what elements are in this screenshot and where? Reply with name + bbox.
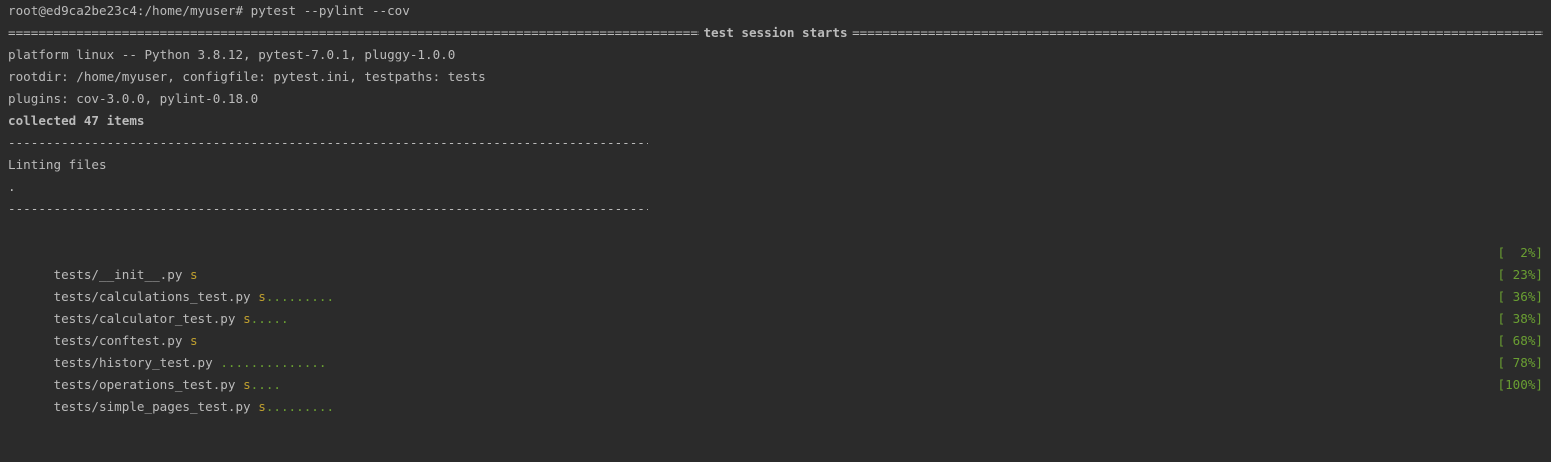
- linting-dots: .: [8, 179, 16, 194]
- progress-percent: [ 2%]: [1497, 245, 1544, 260]
- collected-count: collected 47 items: [8, 113, 145, 128]
- command-prompt: root@ed9ca2be23c4:/home/myuser# pytest -…: [8, 3, 410, 18]
- pass-marks: .........: [265, 399, 335, 414]
- progress-percent: [ 78%]: [1497, 355, 1544, 370]
- test-result-row: tests/operations_test.py s.... [ 78%]: [8, 352, 1544, 392]
- skip-marks: s: [258, 399, 266, 414]
- progress-percent: [ 38%]: [1497, 311, 1544, 326]
- test-result-row: tests/__init__.py s [ 2%]: [8, 242, 1544, 282]
- linting-label: Linting files: [8, 157, 107, 172]
- session-header-rule: test session starts: [8, 22, 1543, 44]
- linting-rule-top: [8, 132, 648, 154]
- terminal-window[interactable]: root@ed9ca2be23c4:/home/myuser# pytest -…: [0, 0, 1551, 414]
- session-header-title: test session starts: [703, 25, 848, 40]
- progress-percent: [ 36%]: [1497, 289, 1544, 304]
- progress-percent: [100%]: [1497, 377, 1544, 392]
- test-result-row: tests/conftest.py s [ 38%]: [8, 308, 1544, 348]
- test-file: tests/simple_pages_test.py: [53, 399, 259, 414]
- platform-info: platform linux -- Python 3.8.12, pytest-…: [8, 47, 456, 62]
- linting-rule-bottom: [8, 198, 648, 220]
- plugins-info: plugins: cov-3.0.0, pylint-0.18.0: [8, 91, 259, 106]
- header-rule-right: [852, 22, 1543, 44]
- header-rule-left: [8, 22, 699, 44]
- progress-percent: [ 23%]: [1497, 267, 1544, 282]
- test-result-row: tests/history_test.py .............. [ 6…: [8, 330, 1544, 370]
- rootdir-info: rootdir: /home/myuser, configfile: pytes…: [8, 69, 486, 84]
- test-result-row: tests/calculations_test.py s......... [ …: [8, 264, 1544, 304]
- test-result-row: tests/calculator_test.py s..... [ 36%]: [8, 286, 1544, 326]
- test-results: tests/__init__.py s [ 2%] tests/calculat…: [8, 242, 1551, 414]
- test-result-row: tests/simple_pages_test.py s......... [1…: [8, 374, 1544, 414]
- progress-percent: [ 68%]: [1497, 333, 1544, 348]
